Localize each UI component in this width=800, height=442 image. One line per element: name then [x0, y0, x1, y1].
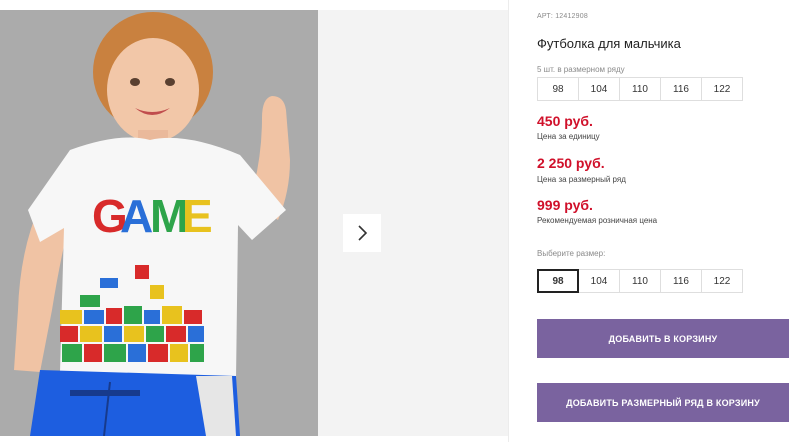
product-gallery: G A M E — [0, 10, 508, 436]
pack-size-cell: 104 — [578, 77, 620, 101]
pack-sizes: 98 104 110 116 122 — [537, 77, 743, 101]
pack-size-cell: 116 — [660, 77, 702, 101]
svg-text:E: E — [182, 190, 213, 242]
size-option-122[interactable]: 122 — [701, 269, 743, 293]
boy-tshirt-illustration: G A M E — [0, 10, 318, 436]
size-selector: 98 104 110 116 122 — [537, 269, 743, 293]
size-option-98[interactable]: 98 — [537, 269, 579, 293]
article-number: АРТ: 12412908 — [537, 13, 588, 20]
add-pack-to-cart-button[interactable]: ДОБАВИТЬ РАЗМЕРНЫЙ РЯД В КОРЗИНУ — [537, 383, 789, 422]
size-option-104[interactable]: 104 — [578, 269, 620, 293]
product-photo[interactable]: G A M E — [0, 10, 318, 436]
retail-price-label: Рекомендуемая розничная цена — [537, 216, 658, 225]
product-title: Футболка для мальчика — [537, 36, 681, 51]
size-option-116[interactable]: 116 — [660, 269, 702, 293]
add-to-cart-button[interactable]: ДОБАВИТЬ В КОРЗИНУ — [537, 319, 789, 358]
pack-size-cell: 98 — [537, 77, 579, 101]
panel-divider — [508, 0, 509, 442]
retail-price: 999 руб. — [537, 197, 593, 213]
size-option-110[interactable]: 110 — [619, 269, 661, 293]
pack-size-cell: 122 — [701, 77, 743, 101]
next-image-button[interactable] — [343, 214, 381, 252]
unit-price: 450 руб. — [537, 113, 593, 129]
svg-text:A: A — [120, 190, 153, 242]
size-select-label: Выберите размер: — [537, 249, 606, 258]
pack-note: 5 шт. в размерном ряду — [537, 65, 625, 74]
pack-price-label: Цена за размерный ряд — [537, 175, 626, 184]
unit-price-label: Цена за единицу — [537, 132, 600, 141]
pack-price: 2 250 руб. — [537, 155, 605, 171]
pack-size-cell: 110 — [619, 77, 661, 101]
chevron-right-icon — [358, 225, 368, 241]
